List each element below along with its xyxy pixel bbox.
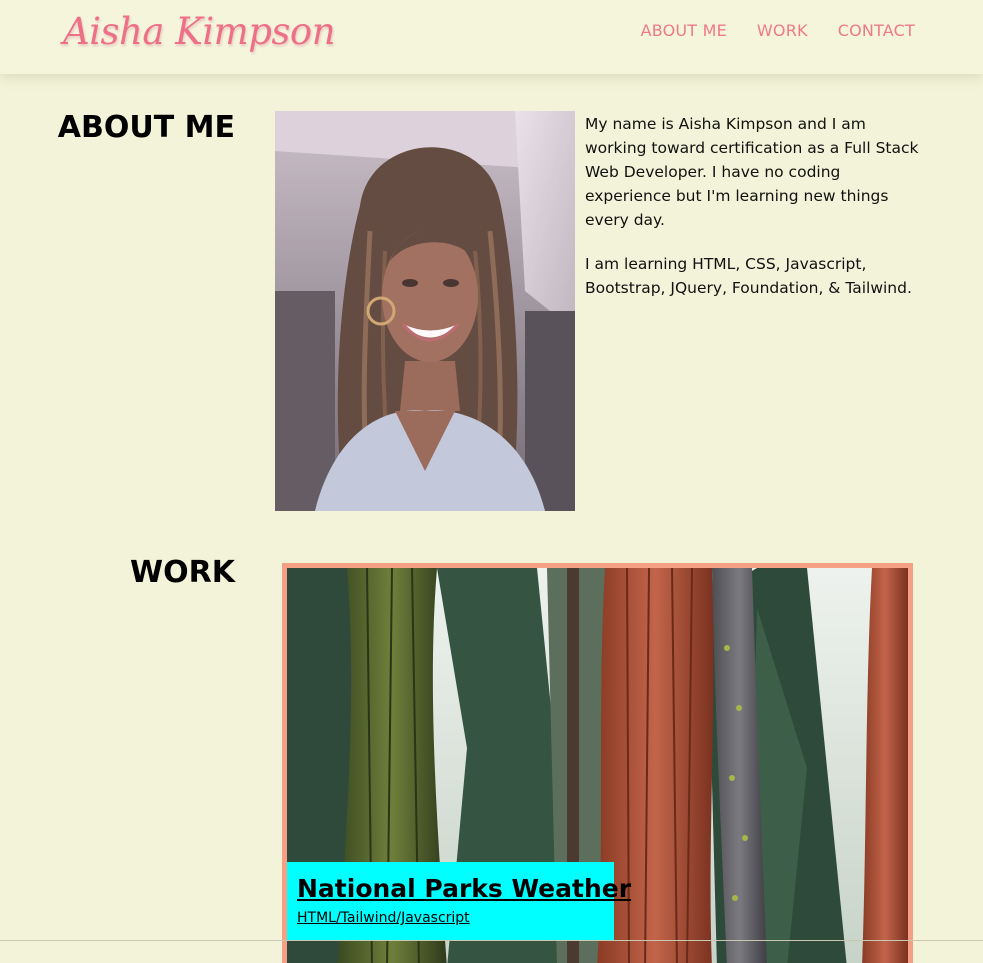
brand-logo[interactable]: Aisha Kimpson — [63, 10, 336, 53]
site-header: Aisha Kimpson ABOUT ME WORK CONTACT — [0, 0, 983, 74]
about-paragraph: I am learning HTML, CSS, Javascript, Boo… — [585, 255, 912, 297]
project-tech-link[interactable]: HTML/Tailwind/Javascript — [297, 910, 470, 926]
main-nav: ABOUT ME WORK CONTACT — [641, 21, 915, 40]
work-section-title: WORK — [130, 555, 235, 590]
nav-contact-link[interactable]: CONTACT — [838, 21, 915, 40]
profile-photo — [275, 111, 575, 511]
project-title-link[interactable]: National Parks Weather — [297, 874, 631, 903]
about-paragraph: My name is Aisha Kimpson and I am workin… — [585, 115, 919, 229]
nav-about-link[interactable]: ABOUT ME — [641, 21, 727, 40]
about-text: My name is Aisha Kimpson and I am workin… — [585, 112, 925, 320]
project-label: National Parks Weather HTML/Tailwind/Jav… — [287, 862, 631, 940]
divider — [0, 940, 983, 941]
nav-work-link[interactable]: WORK — [757, 21, 808, 40]
about-section-title: ABOUT ME — [57, 110, 235, 145]
